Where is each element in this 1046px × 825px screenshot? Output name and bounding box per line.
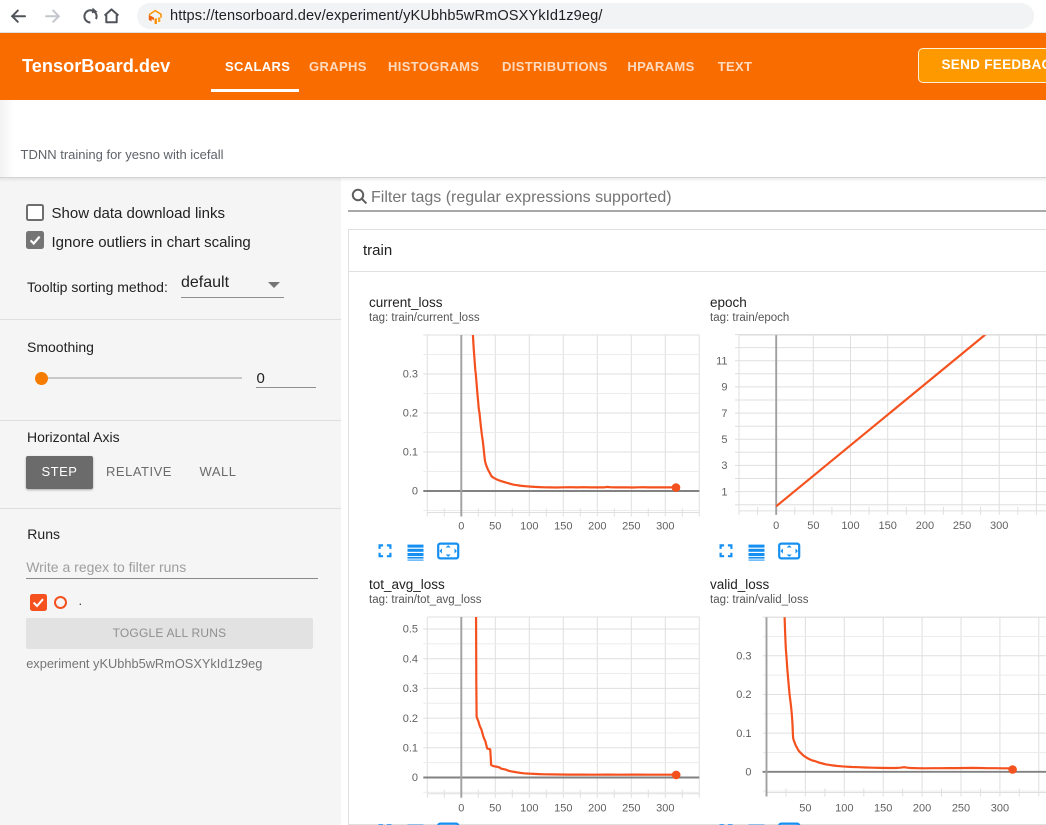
svg-text:0.3: 0.3: [403, 369, 418, 381]
svg-text:50: 50: [489, 521, 501, 531]
svg-text:1: 1: [721, 486, 727, 498]
svg-text:150: 150: [879, 520, 897, 530]
svg-text:0: 0: [412, 772, 418, 784]
svg-text:0: 0: [745, 767, 751, 779]
svg-text:300: 300: [991, 803, 1009, 815]
svg-text:9: 9: [721, 382, 727, 394]
svg-text:0: 0: [773, 520, 779, 530]
svg-text:50: 50: [489, 803, 501, 815]
svg-text:200: 200: [913, 803, 931, 815]
svg-text:250: 250: [622, 803, 640, 815]
svg-text:0.5: 0.5: [403, 624, 418, 636]
svg-text:50: 50: [799, 803, 811, 815]
svg-text:200: 200: [588, 803, 606, 815]
svg-text:0.1: 0.1: [403, 743, 418, 755]
svg-text:300: 300: [656, 803, 674, 815]
svg-text:7: 7: [721, 408, 727, 420]
svg-text:0.4: 0.4: [403, 653, 418, 665]
svg-text:0.2: 0.2: [403, 713, 418, 725]
svg-text:250: 250: [622, 521, 640, 531]
svg-text:250: 250: [953, 520, 971, 530]
svg-text:0: 0: [458, 803, 464, 815]
svg-text:150: 150: [554, 803, 572, 815]
svg-text:3: 3: [721, 460, 727, 472]
svg-text:0.1: 0.1: [736, 728, 751, 740]
svg-text:150: 150: [554, 521, 572, 531]
svg-text:100: 100: [520, 803, 538, 815]
svg-text:5: 5: [721, 434, 727, 446]
svg-text:200: 200: [916, 520, 934, 530]
svg-text:0.3: 0.3: [403, 683, 418, 695]
svg-text:300: 300: [656, 521, 674, 531]
svg-text:0.2: 0.2: [403, 408, 418, 420]
svg-text:100: 100: [520, 521, 538, 531]
svg-text:300: 300: [990, 520, 1008, 530]
svg-text:0.2: 0.2: [736, 689, 751, 701]
svg-text:100: 100: [835, 803, 853, 815]
svg-text:0.3: 0.3: [736, 651, 751, 663]
svg-text:250: 250: [952, 803, 970, 815]
svg-text:0.1: 0.1: [403, 447, 418, 459]
svg-text:0: 0: [412, 486, 418, 498]
svg-text:50: 50: [807, 520, 819, 530]
svg-text:200: 200: [588, 521, 606, 531]
svg-text:100: 100: [841, 520, 859, 530]
svg-text:150: 150: [874, 803, 892, 815]
svg-text:11: 11: [716, 355, 727, 367]
svg-text:0: 0: [458, 521, 464, 531]
